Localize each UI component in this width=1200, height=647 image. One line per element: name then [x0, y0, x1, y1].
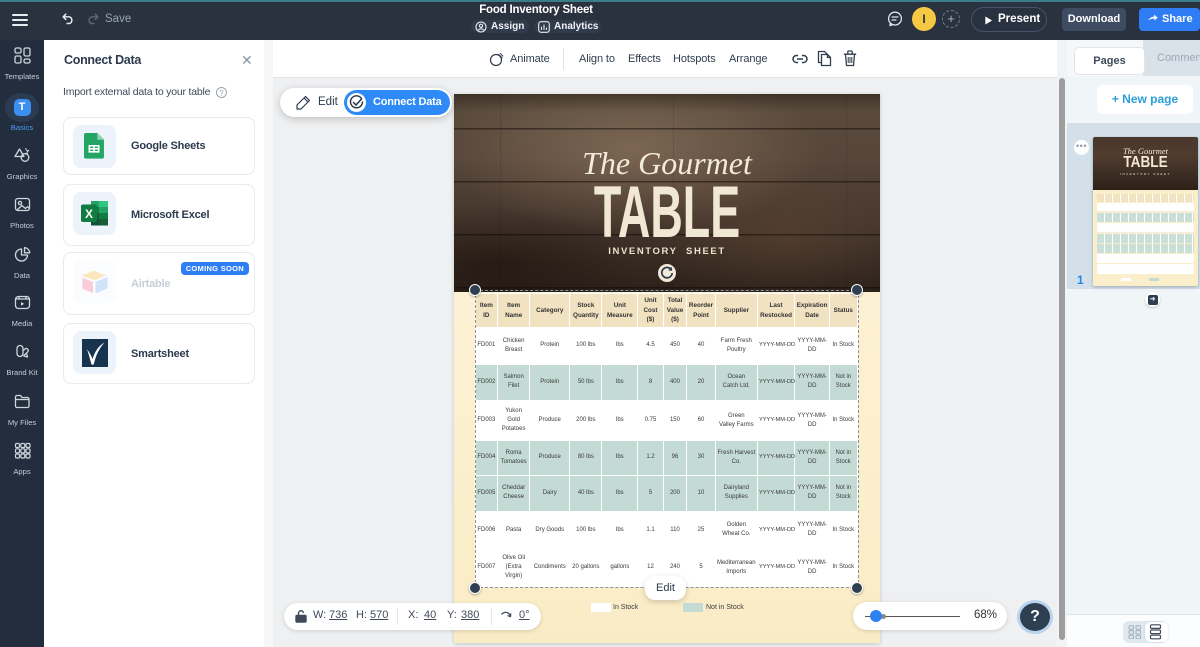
svg-text:X: X: [85, 207, 93, 221]
